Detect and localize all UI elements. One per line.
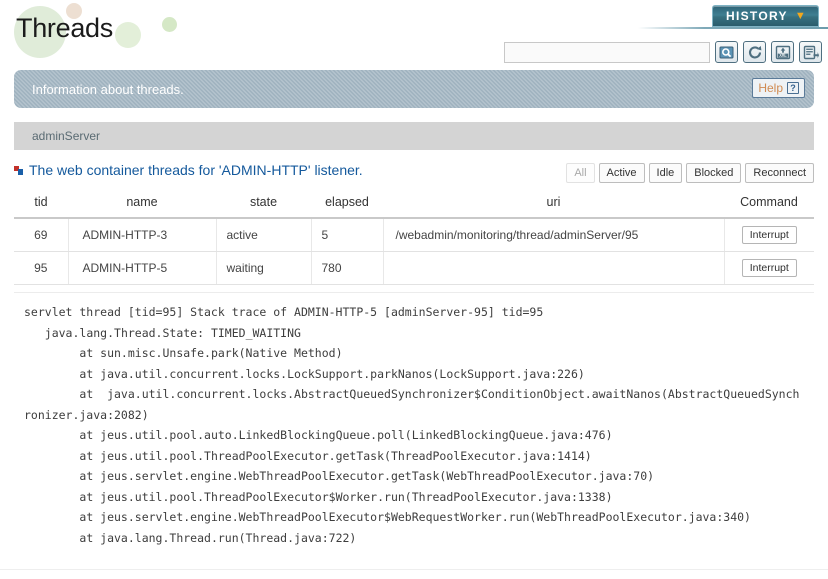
search-input[interactable] [504,41,710,63]
threads-table-head: tid name state elapsed uri Command [14,190,814,219]
column-header-tid: tid [14,190,68,219]
search-toolbar: XML [504,41,822,63]
filter-button-active[interactable]: Active [598,163,645,183]
table-header-row: tid name state elapsed uri Command [14,190,814,219]
cell-elapsed: 780 [311,251,384,285]
refresh-icon [747,45,763,60]
square-bullet-icon [14,165,23,175]
interrupt-button[interactable]: Interrupt [741,259,797,277]
cell-command: Interrupt [724,218,814,252]
search-icon [719,45,734,60]
bottom-strip [0,569,828,579]
question-mark-icon: ? [787,82,799,94]
cell-tid: 95 [14,251,69,285]
section-header: The web container threads for 'ADMIN-HTT… [14,162,814,188]
cell-state: active [216,218,312,252]
stack-trace-panel: servlet thread [tid=95] Stack trace of A… [14,292,814,567]
history-button[interactable]: HISTORY ▼ [712,5,819,27]
cell-elapsed: 5 [311,218,384,252]
help-button[interactable]: Help ? [752,78,805,98]
info-banner: Information about threads. Help ? [14,70,814,108]
thread-filter-group: All Active Idle Blocked Reconnect [566,163,814,183]
refresh-icon-button[interactable] [743,41,766,63]
history-underline [638,27,828,29]
column-header-name: name [68,190,216,219]
filter-button-all[interactable]: All [566,163,595,183]
export-icon [803,45,819,60]
help-button-label: Help [758,81,783,95]
section-title-text: The web container threads for 'ADMIN-HTT… [29,162,363,178]
history-button-label: HISTORY [726,9,788,23]
chevron-down-icon: ▼ [794,9,807,22]
cell-tid: 69 [14,218,69,252]
stack-trace-text: servlet thread [tid=95] Stack trace of A… [24,305,800,545]
cell-uri [383,251,725,285]
server-tab-bar: adminServer [14,122,814,150]
server-name-label: adminServer [32,129,101,143]
column-header-state: state [216,190,311,219]
filter-button-idle[interactable]: Idle [648,163,683,183]
xml-export-icon-button[interactable]: XML [771,41,794,63]
cell-name: ADMIN-HTTP-5 [68,251,217,285]
threads-table-body: 69 ADMIN-HTTP-3 active 5 /webadmin/monit… [14,218,814,285]
threads-table: tid name state elapsed uri Command 69 AD… [14,190,814,285]
search-icon-button[interactable] [715,41,738,63]
cell-uri: /webadmin/monitoring/thread/adminServer/… [383,218,725,252]
page-title: Threads [16,13,113,43]
decorative-circle-small [162,17,177,32]
page-header: Threads HISTORY ▼ XML [0,0,828,68]
column-header-uri: uri [383,190,724,219]
export-icon-button[interactable] [799,41,822,63]
cell-command: Interrupt [724,251,814,285]
filter-button-blocked[interactable]: Blocked [686,163,742,183]
threads-page: Threads HISTORY ▼ XML Information about … [0,0,828,579]
table-row[interactable]: 95 ADMIN-HTTP-5 waiting 780 Interrupt [14,251,814,285]
column-header-elapsed: elapsed [311,190,383,219]
decorative-circle-medium [115,22,141,48]
table-row[interactable]: 69 ADMIN-HTTP-3 active 5 /webadmin/monit… [14,218,814,252]
filter-button-reconnect[interactable]: Reconnect [745,163,814,183]
xml-export-icon: XML [775,45,791,60]
info-banner-text: Information about threads. [32,81,184,97]
interrupt-button[interactable]: Interrupt [741,226,797,244]
cell-name: ADMIN-HTTP-3 [68,218,217,252]
column-header-command: Command [724,190,814,219]
cell-state: waiting [216,251,312,285]
left-rail [0,68,14,579]
svg-text:XML: XML [779,53,787,58]
